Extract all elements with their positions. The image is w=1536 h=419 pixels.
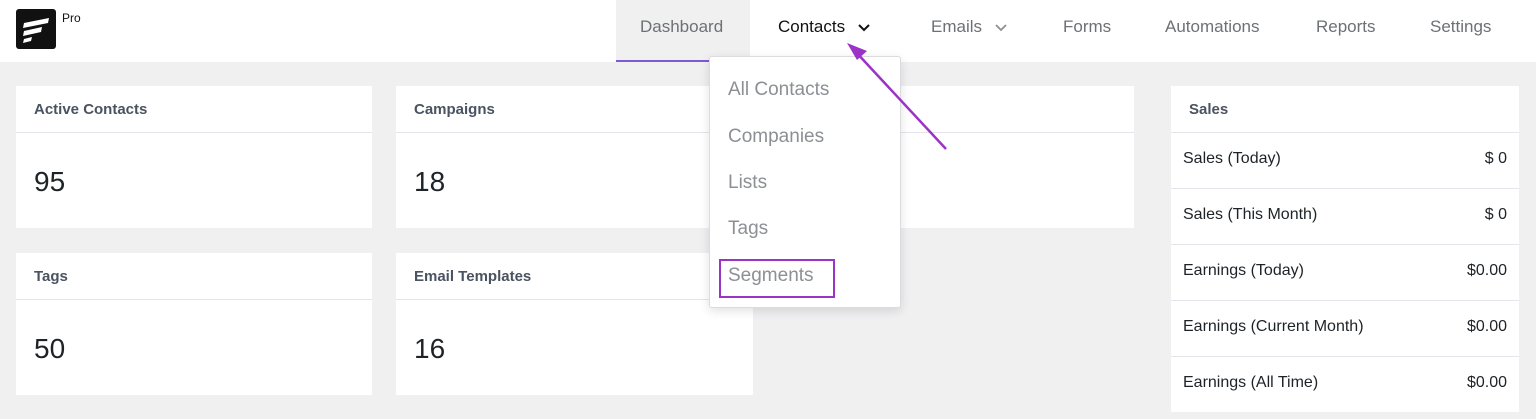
menu-item-all-contacts[interactable]: All Contacts [728, 79, 829, 101]
card-title: Active Contacts [16, 86, 372, 133]
sales-row: Sales (This Month) $ 0 [1171, 188, 1519, 244]
nav-automations-label: Automations [1165, 17, 1260, 36]
sales-row-value: $0.00 [1466, 262, 1507, 279]
fluentcrm-logo-icon[interactable] [16, 9, 56, 49]
nav-settings[interactable]: Settings [1430, 0, 1491, 62]
sales-card: Sales Sales (Today) $ 0 Sales (This Mont… [1171, 86, 1519, 412]
sales-row-label: Sales (Today) [1183, 150, 1281, 167]
card-title: Tags [16, 253, 372, 300]
card-email-templates[interactable]: Email Templates 16 [396, 253, 753, 395]
sales-row: Earnings (Current Month) $0.00 [1171, 300, 1519, 356]
sales-row-label: Earnings (Current Month) [1183, 318, 1364, 335]
nav-forms[interactable]: Forms [1063, 0, 1111, 62]
pro-badge: Pro [62, 11, 81, 25]
nav-reports-label: Reports [1316, 17, 1376, 36]
segments-highlight-box [719, 259, 835, 298]
menu-item-lists[interactable]: Lists [728, 172, 767, 194]
nav-dashboard[interactable]: Dashboard [616, 0, 750, 62]
sales-row: Earnings (All Time) $0.00 [1171, 356, 1519, 412]
nav-contacts[interactable]: Contacts [778, 0, 870, 62]
nav-automations[interactable]: Automations [1165, 0, 1260, 62]
sales-row-label: Sales (This Month) [1183, 206, 1318, 223]
chevron-down-icon [858, 23, 870, 31]
sales-row: Earnings (Today) $0.00 [1171, 244, 1519, 300]
card-active-contacts[interactable]: Active Contacts 95 [16, 86, 372, 228]
nav-emails-label: Emails [931, 17, 983, 36]
card-campaigns[interactable]: Campaigns 18 [396, 86, 753, 228]
nav-reports[interactable]: Reports [1316, 0, 1376, 62]
card-value: 18 [414, 166, 446, 197]
nav-contacts-label: Contacts [778, 17, 846, 36]
card-value: 16 [414, 333, 446, 364]
sales-row-value: $0.00 [1466, 374, 1507, 391]
card-value: 95 [34, 166, 66, 197]
sales-row-value: $ 0 [1484, 150, 1507, 167]
nav-forms-label: Forms [1063, 17, 1112, 36]
card-tags[interactable]: Tags 50 [16, 253, 372, 395]
chevron-down-icon [995, 23, 1007, 31]
top-navigation-bar: Pro Dashboard Contacts Emails Forms Auto… [0, 0, 1536, 62]
menu-item-tags[interactable]: Tags [728, 218, 768, 240]
sales-row-label: Earnings (Today) [1183, 262, 1304, 279]
sales-row-label: Earnings (All Time) [1183, 374, 1319, 391]
nav-settings-label: Settings [1430, 17, 1492, 36]
nav-emails[interactable]: Emails [931, 0, 1007, 62]
sales-row: Sales (Today) $ 0 [1171, 132, 1519, 188]
card-title: Campaigns [396, 86, 753, 133]
card-value: 50 [34, 333, 66, 364]
sales-row-value: $ 0 [1484, 206, 1507, 223]
sales-title: Sales [1171, 86, 1519, 133]
nav-dashboard-label: Dashboard [640, 17, 724, 36]
card-title: Email Templates [396, 253, 753, 300]
menu-item-companies[interactable]: Companies [728, 126, 824, 148]
sales-row-value: $0.00 [1466, 318, 1507, 335]
